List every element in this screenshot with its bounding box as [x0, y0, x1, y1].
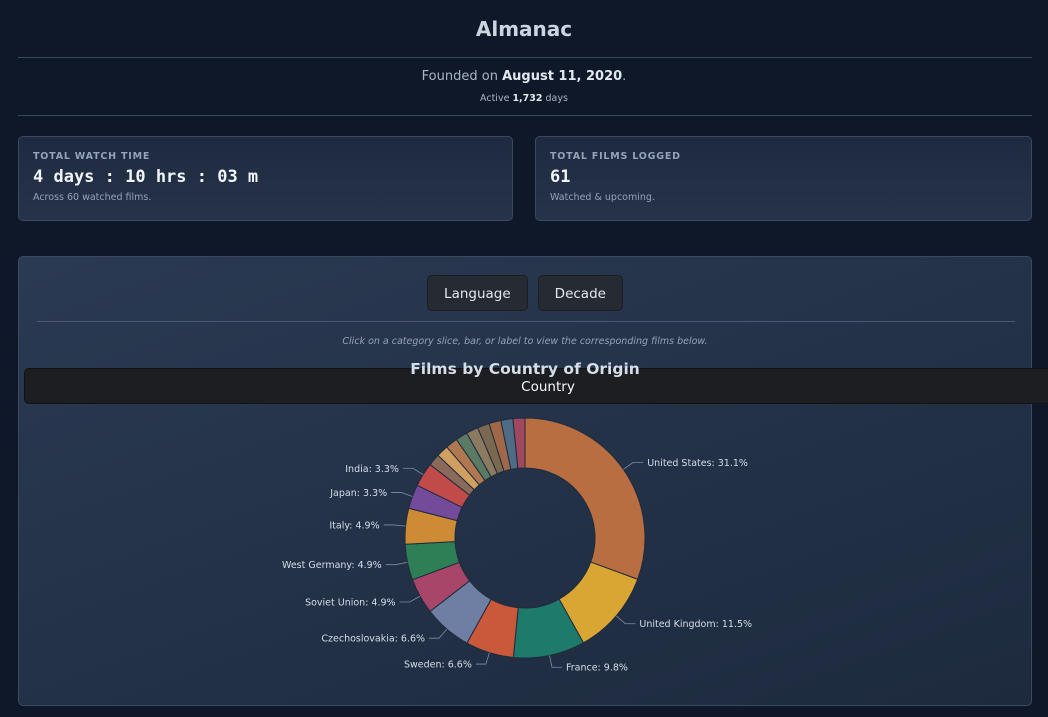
donut-chart: United States: 31.1% United Kingdom: 11.5… — [282, 417, 752, 674]
active-days: 1,732 — [512, 93, 543, 104]
label-leader-line — [383, 524, 406, 527]
active-line: Active 1,732 days — [0, 93, 1048, 104]
founded-line: Founded on August 11, 2020. — [0, 69, 1048, 84]
active-prefix: Active — [480, 93, 513, 104]
active-suffix: days — [542, 93, 568, 104]
label-leader-line — [399, 595, 421, 603]
page-title: Almanac — [475, 17, 573, 41]
slice-label[interactable]: Soviet Union: 4.9% — [305, 598, 396, 609]
card-value: 61 — [550, 167, 571, 187]
label-leader-line — [429, 628, 448, 639]
slice-label[interactable]: West Germany: 4.9% — [282, 560, 382, 571]
slice-label[interactable]: United Kingdom: 11.5% — [639, 619, 752, 630]
card-label: TOTAL FILMS LOGGED — [550, 151, 681, 162]
donut-slice[interactable] — [524, 417, 646, 580]
label-leader-line — [402, 467, 424, 475]
card-value: 4 days : 10 hrs : 03 m — [33, 167, 259, 187]
divider — [18, 57, 1032, 58]
slice-label[interactable]: Czechoslovakia: 6.6% — [321, 634, 425, 645]
founded-suffix: . — [622, 69, 627, 84]
chart-panel: Country Language Decade Click on a categ… — [18, 256, 1048, 706]
watch-time-card: TOTAL WATCH TIME 4 days : 10 hrs : 03 m … — [18, 136, 513, 221]
divider — [18, 115, 1032, 116]
card-label: TOTAL WATCH TIME — [33, 151, 151, 162]
card-subtext: Across 60 watched films. — [33, 192, 152, 203]
founded-prefix: Founded on — [421, 69, 503, 84]
slice-label[interactable]: Japan: 3.3% — [329, 488, 387, 499]
label-leader-line — [391, 492, 413, 497]
founded-date: August 11, 2020 — [502, 69, 623, 84]
slice-label[interactable]: United States: 31.1% — [647, 458, 748, 469]
films-logged-card: TOTAL FILMS LOGGED 61 Watched & upcoming… — [535, 136, 1032, 221]
card-subtext: Watched & upcoming. — [550, 192, 655, 203]
slice-label[interactable]: India: 3.3% — [345, 464, 399, 475]
label-leader-line — [615, 615, 636, 625]
label-leader-line — [475, 652, 490, 665]
slice-label[interactable]: Sweden: 6.6% — [404, 660, 472, 671]
label-leader-line — [549, 655, 562, 668]
label-leader-line — [623, 462, 644, 470]
slice-label[interactable]: France: 9.8% — [566, 663, 628, 674]
slice-label[interactable]: Italy: 4.9% — [329, 520, 379, 531]
label-leader-line — [385, 561, 408, 566]
